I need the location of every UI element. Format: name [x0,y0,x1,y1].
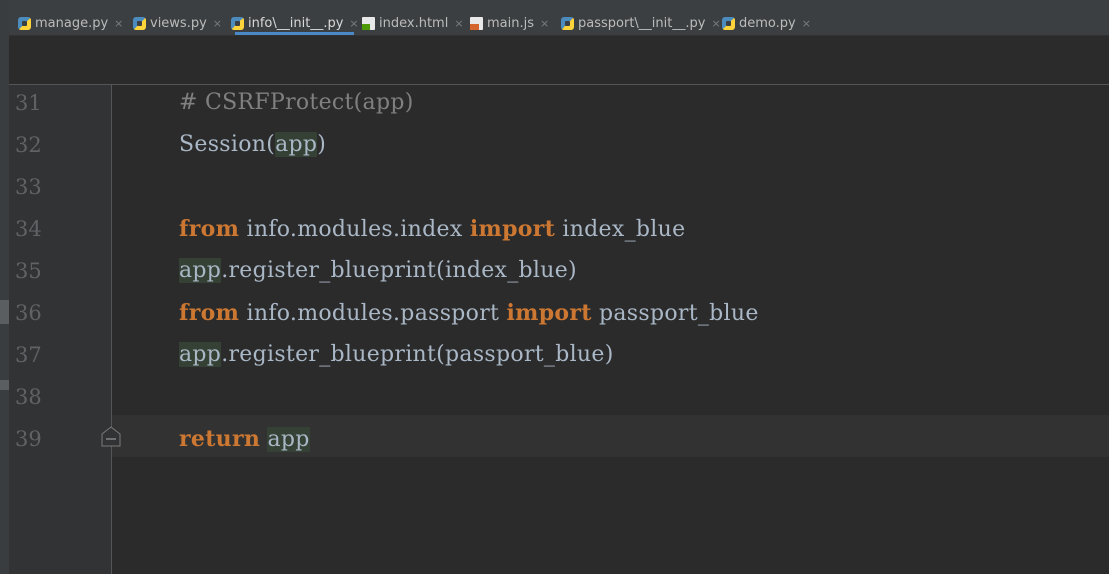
html-file-icon [362,16,375,30]
fold-marker-icon[interactable] [101,426,121,447]
py-file-icon [561,16,574,30]
tab-passport-init-py[interactable]: passport\__init__.py × [561,12,721,34]
py-file-icon [722,16,735,30]
line-number: 33 [15,175,42,199]
code-token-keyword: return [179,426,261,452]
tab-label: index.html [379,15,449,31]
tab-label: info\__init__.py [248,15,344,31]
close-icon[interactable]: × [213,17,222,30]
code-line[interactable]: # CSRFProtect(app) [179,82,414,124]
code-token-highlight: app [267,427,310,452]
code-line[interactable]: app.register_blueprint(index_blue) [179,250,577,292]
left-tool-strip [0,0,9,574]
line-number: 37 [15,343,42,367]
code-token-keyword: from [179,216,240,242]
code-line[interactable]: Session(app) [179,124,326,166]
gutter-divider [111,85,112,574]
code-token-keyword: import [506,300,592,326]
line-number: 39 [15,427,42,451]
tool-strip-marker[interactable] [0,300,9,324]
tab-label: manage.py [35,15,109,31]
code-token-plain: info.modules.index [239,217,470,242]
code-token-keyword: import [469,216,556,242]
code-token-comment: # CSRFProtect(app) [179,90,414,115]
code-token-highlight: app [275,132,318,157]
code-token-plain: info.modules.passport [239,301,507,326]
line-number: 38 [15,385,42,409]
tab-main-js[interactable]: main.js × [470,12,549,34]
code-token-plain: .register_blueprint(index_blue) [221,258,577,283]
code-token-highlight: app [179,258,222,283]
py-file-icon [231,16,244,30]
code-line[interactable]: from info.modules.index import index_blu… [179,208,685,250]
tab-views-py[interactable]: views.py × [133,12,222,34]
line-number: 34 [15,217,42,241]
active-tab-indicator [235,32,354,35]
line-number: 31 [15,91,42,115]
tab-label: demo.py [739,15,796,31]
tab-label: passport\__init__.py [578,15,706,31]
tab-label: main.js [487,15,534,31]
tool-strip-marker[interactable] [0,380,9,390]
close-icon[interactable]: × [349,17,358,30]
code-line[interactable]: return app [179,418,310,460]
ide-window: manage.py × views.py × info\__init__.py × inde… [0,0,1109,574]
code-token-plain: index_blue [555,217,686,242]
code-token-plain: passport_blue [591,301,759,326]
code-token-plain: Session( [179,132,276,157]
line-number: 32 [15,133,42,157]
js-file-icon [470,16,483,30]
code-line[interactable]: from info.modules.passport import passpo… [179,292,759,334]
line-number: 36 [15,301,42,325]
py-file-icon [18,16,31,30]
tab-label: views.py [150,15,207,31]
close-icon[interactable]: × [454,17,463,30]
line-number: 35 [15,259,42,283]
tab-index-html[interactable]: index.html × [362,12,464,34]
tab-demo-py[interactable]: demo.py × [722,12,811,34]
code-token-plain: ) [317,132,327,157]
close-icon[interactable]: × [114,17,123,30]
code-token-highlight: app [179,342,222,367]
tab-info-init-py[interactable]: info\__init__.py × [231,12,359,34]
py-file-icon [133,16,146,30]
close-icon[interactable]: × [540,17,549,30]
code-token-keyword: from [179,300,240,326]
close-icon[interactable]: × [711,17,720,30]
code-token-plain: .register_blueprint(passport_blue) [221,342,614,367]
tab-manage-py[interactable]: manage.py × [18,12,123,34]
breadcrumb-bar [9,36,1109,85]
close-icon[interactable]: × [802,17,811,30]
code-line[interactable]: app.register_blueprint(passport_blue) [179,334,614,376]
